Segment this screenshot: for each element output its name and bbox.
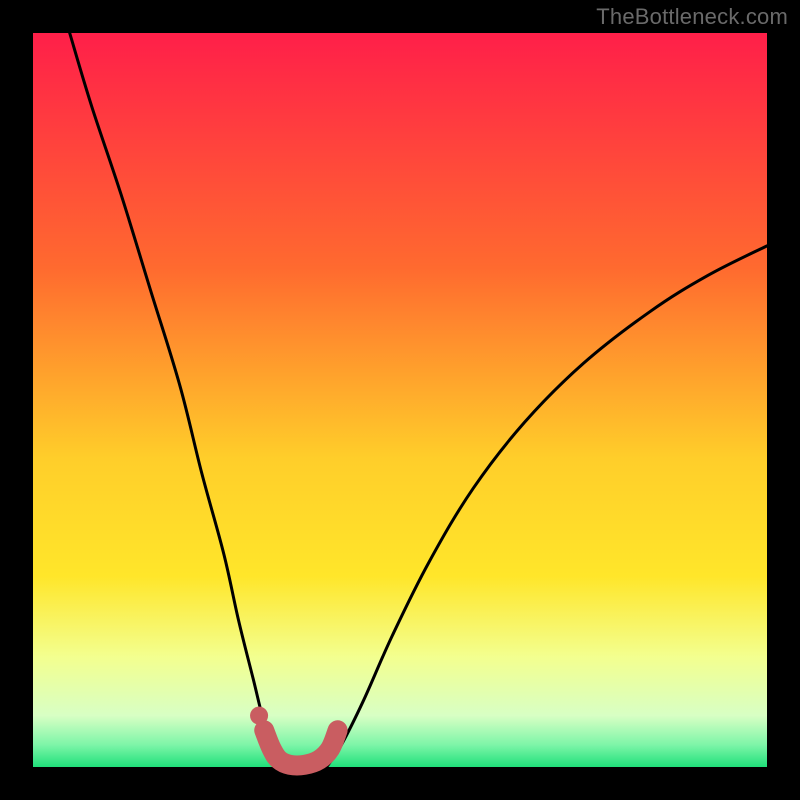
chart-frame: TheBottleneck.com (0, 0, 800, 800)
highlight-dot (250, 707, 268, 725)
plot-area (33, 33, 767, 767)
chart-svg (0, 0, 800, 800)
watermark-text: TheBottleneck.com (596, 4, 788, 30)
